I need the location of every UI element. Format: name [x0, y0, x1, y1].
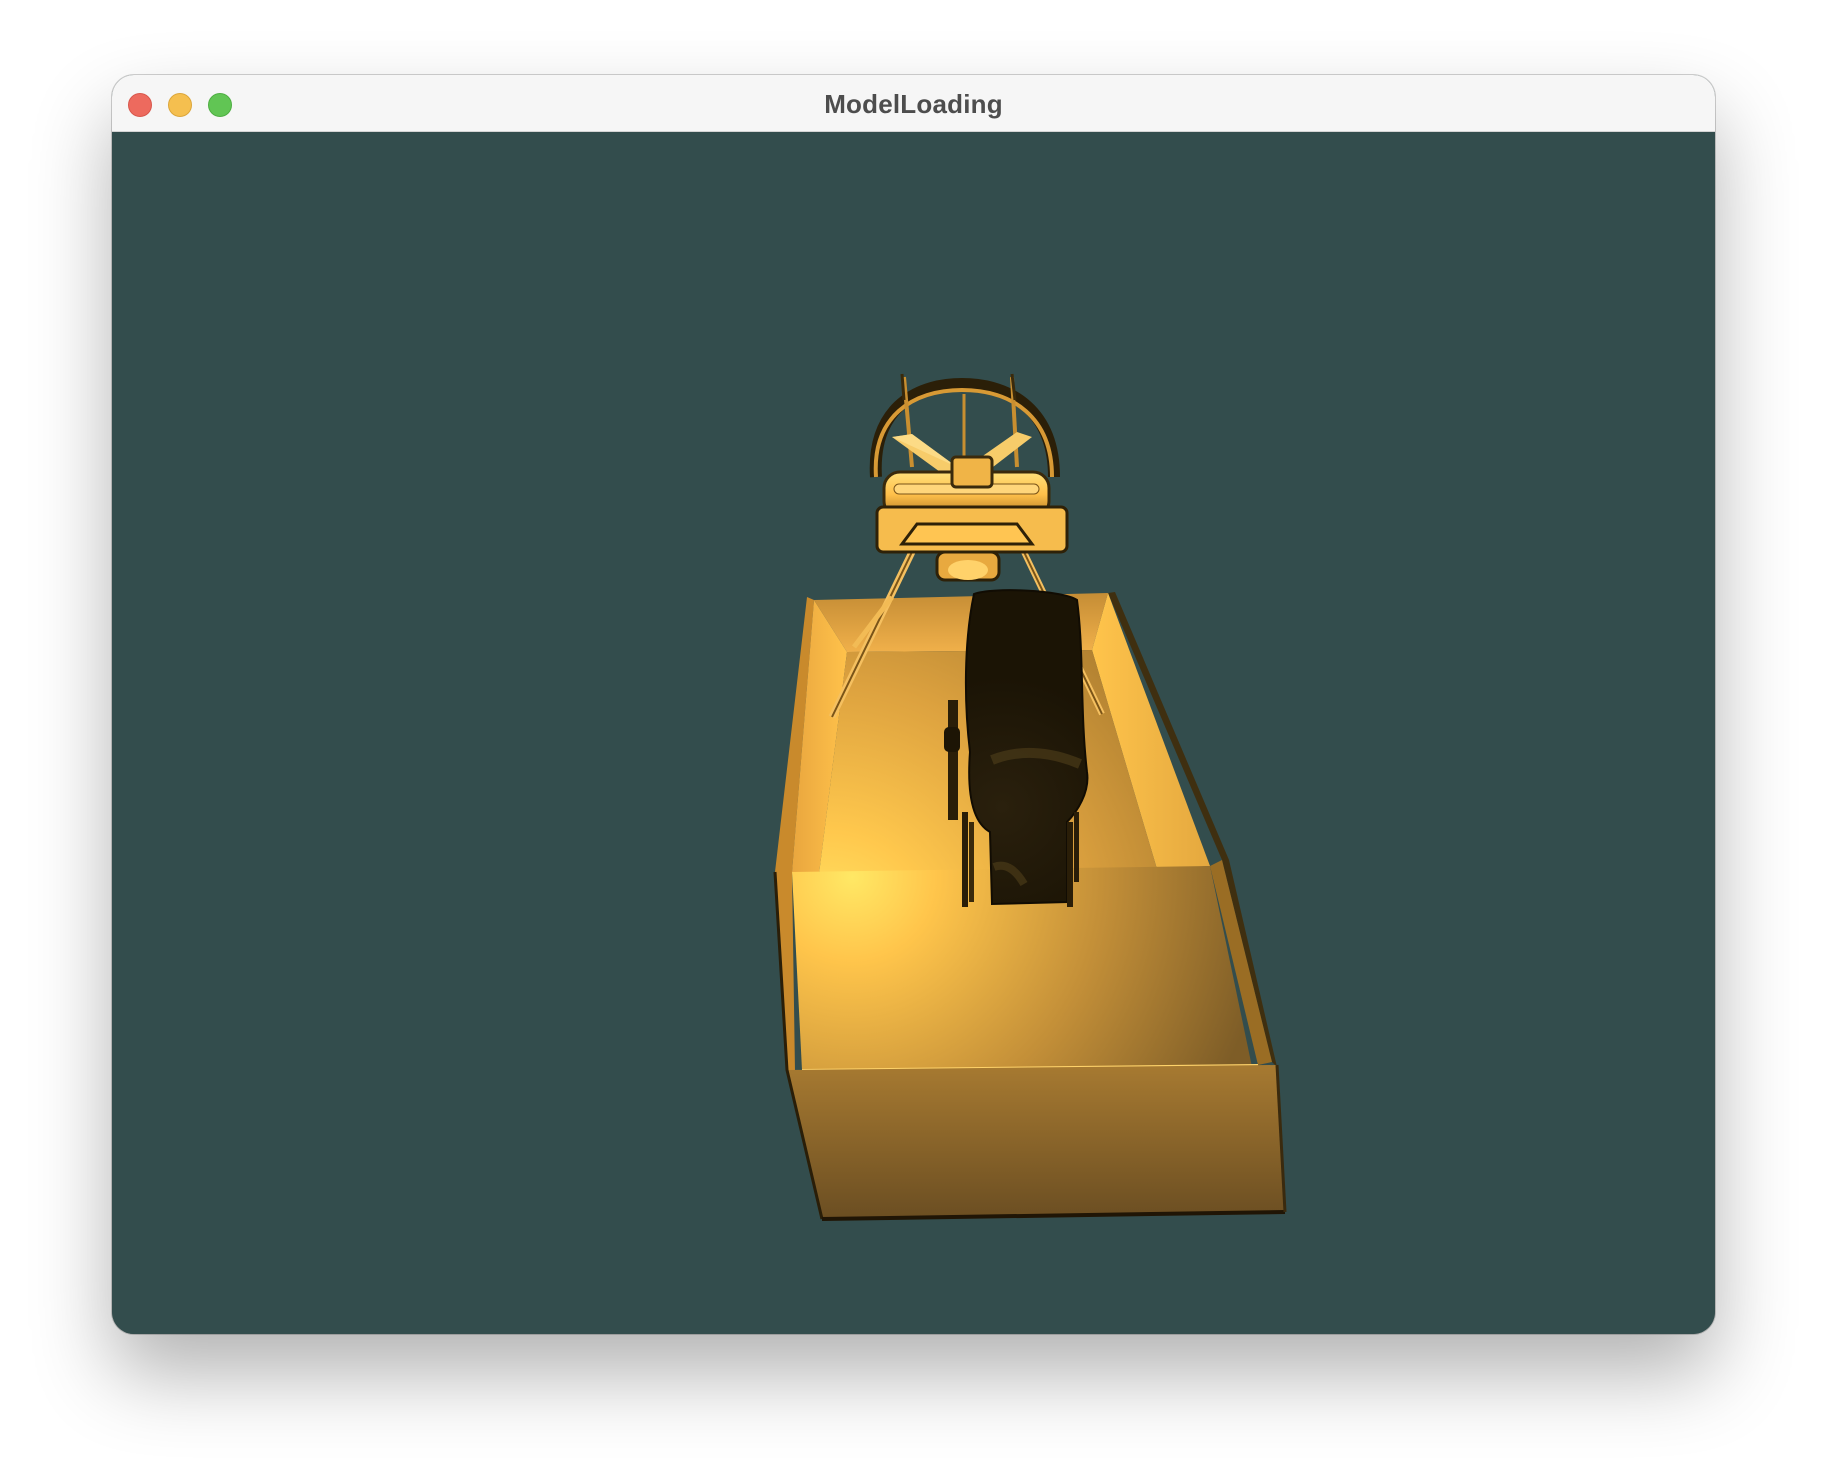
airboat-model: [773, 373, 1287, 1221]
render-viewport[interactable]: [112, 132, 1715, 1334]
title-bar[interactable]: ModelLoading: [112, 75, 1715, 132]
app-window: ModelLoading: [112, 75, 1715, 1334]
window-title: ModelLoading: [824, 89, 1003, 119]
